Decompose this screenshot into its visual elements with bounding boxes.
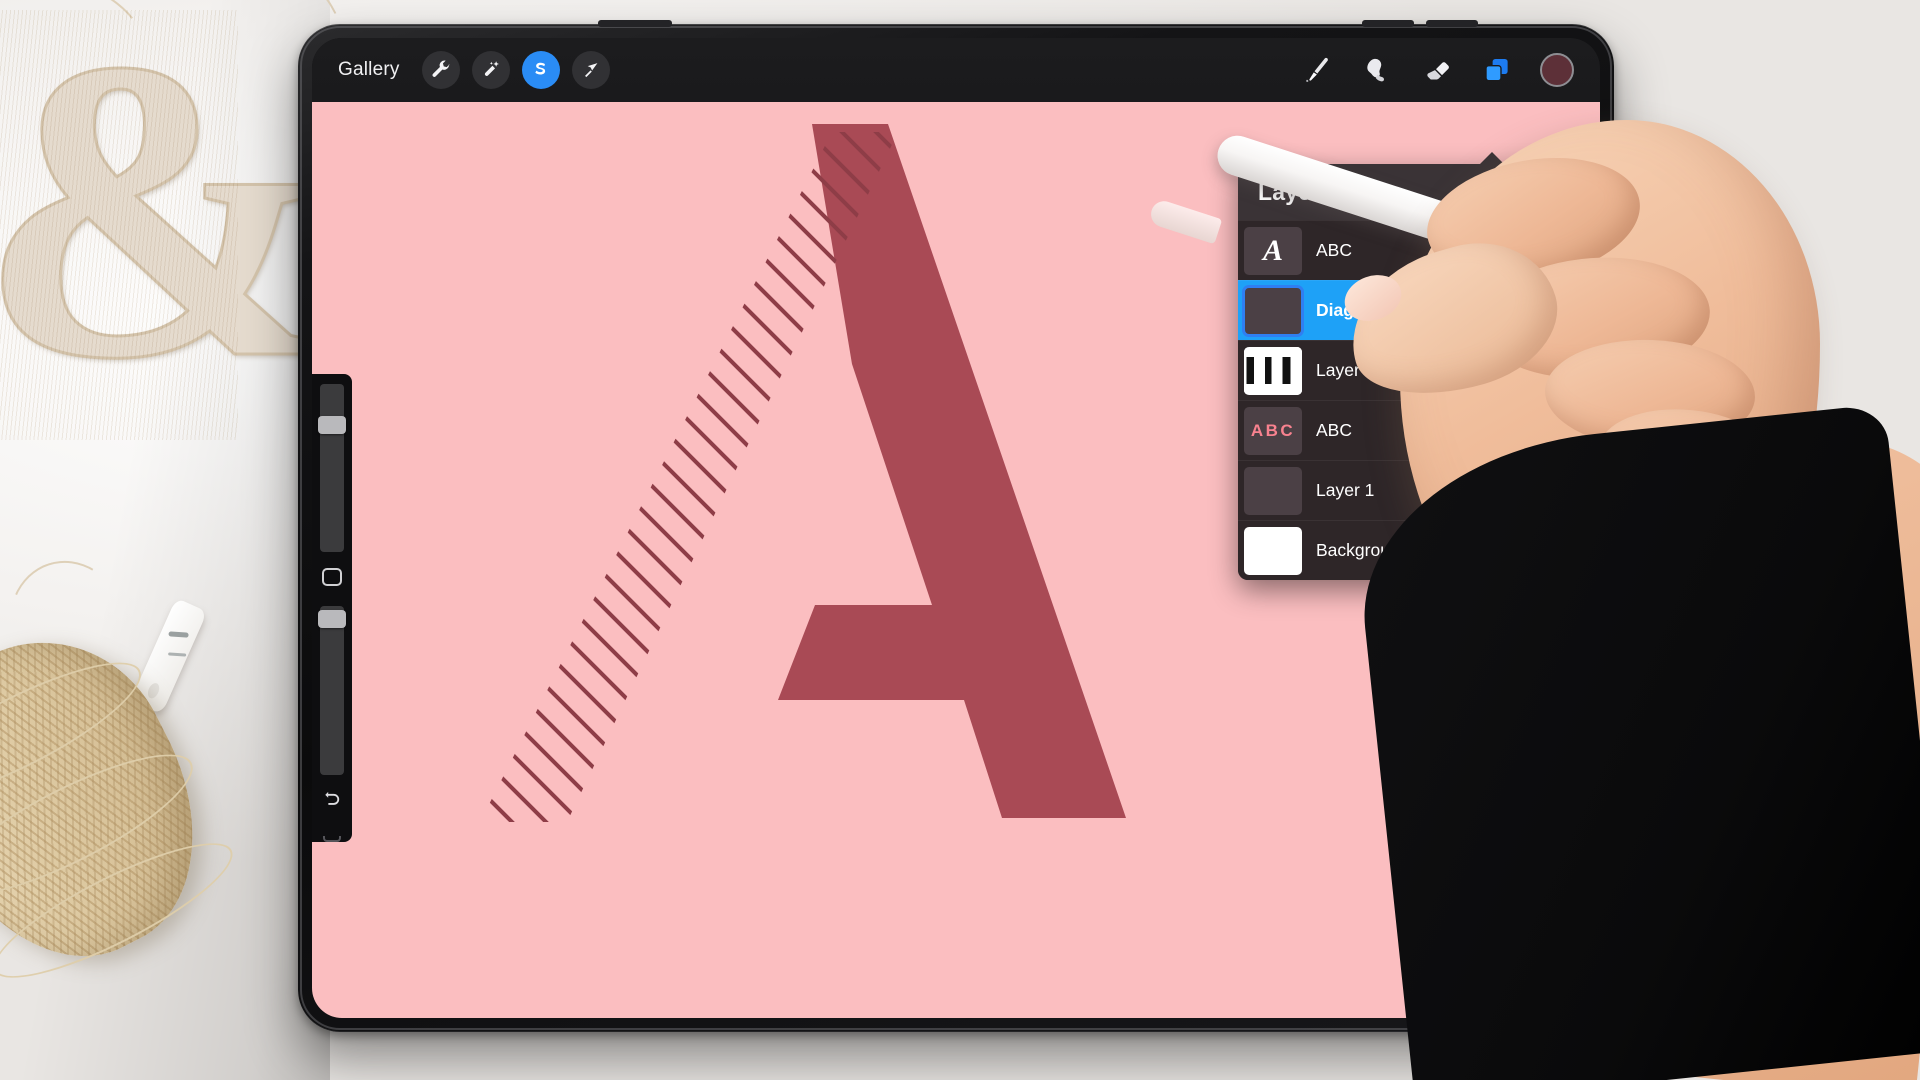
thumbnail-mask-stripes <box>1244 346 1302 395</box>
wooden-ampersand-decor: & <box>0 0 338 448</box>
layer-visibility-checkbox[interactable]: ✓ <box>1539 420 1560 441</box>
layers-button[interactable] <box>1480 52 1514 88</box>
app-toolbar: Gallery <box>312 38 1600 102</box>
hatch-line <box>480 132 656 822</box>
sleeve <box>1347 403 1920 1080</box>
selection-s-icon <box>534 62 545 75</box>
gallery-button[interactable]: Gallery <box>334 55 410 85</box>
layer-name: ABC <box>1316 420 1352 440</box>
layer-blend-mode[interactable]: N <box>1501 423 1525 439</box>
layer-thumbnail[interactable] <box>1244 346 1302 395</box>
layer-row[interactable]: A ABC N <box>1238 220 1578 280</box>
thumbnail-letter-a: A <box>1262 233 1283 267</box>
hatch-line <box>480 132 588 822</box>
adjustments-button[interactable] <box>471 51 510 89</box>
layer-visibility-checkbox[interactable]: ✓ <box>1539 360 1560 381</box>
layer-name: ABC <box>1316 240 1352 260</box>
toolbar-left-group: Gallery <box>334 51 610 89</box>
layer-thumbnail[interactable]: A <box>1244 226 1302 275</box>
layer-thumbnail[interactable] <box>1242 284 1304 337</box>
layer-visibility-checkbox[interactable] <box>1539 240 1560 261</box>
layers-panel-title: Layers <box>1258 178 1334 205</box>
thumbnail-abc-text: ABC <box>1250 420 1296 440</box>
layer-name: Diagonal ABC <box>1316 300 1433 320</box>
layer-blend-mode[interactable]: N <box>1501 243 1525 259</box>
layer-thumbnail[interactable] <box>1244 526 1302 575</box>
arrow-transform-icon <box>584 63 598 78</box>
brush-icon <box>1306 57 1328 82</box>
volume-down-button[interactable] <box>1426 20 1478 27</box>
modify-square-button[interactable] <box>322 568 342 587</box>
brush-size-knob[interactable] <box>318 416 346 434</box>
power-button[interactable] <box>598 20 672 27</box>
layers-icon <box>1485 59 1508 82</box>
smudge-finger-icon <box>1367 58 1384 82</box>
hatch-line <box>480 132 860 822</box>
redo-button[interactable] <box>323 835 341 842</box>
eraser-icon <box>1427 62 1449 80</box>
layer-row[interactable]: Layer MaskN✓ <box>1238 340 1578 400</box>
actions-wrench-button[interactable] <box>421 51 460 89</box>
layer-row[interactable]: Diagonal ABCN <box>1238 280 1578 340</box>
smudge-button[interactable] <box>1360 52 1394 88</box>
left-sidebar <box>312 374 352 842</box>
hatch-line <box>480 132 894 822</box>
undo-arrow-icon <box>325 791 340 805</box>
wrench-icon <box>432 60 450 77</box>
letter-a-right-solid <box>778 124 1126 818</box>
brush-size-slider[interactable] <box>318 384 346 553</box>
toolbar-right-group <box>1300 52 1574 88</box>
hatch-line <box>480 132 826 822</box>
hatch-line <box>480 132 690 822</box>
layers-panel-caret <box>1479 152 1505 165</box>
layer-thumbnail[interactable] <box>1244 466 1302 515</box>
hatch-line <box>480 132 724 822</box>
layer-name: Layer Mask <box>1316 360 1407 380</box>
opacity-slider[interactable] <box>318 606 346 775</box>
undo-button[interactable] <box>321 789 343 814</box>
eraser-button[interactable] <box>1420 52 1454 88</box>
hatch-line <box>480 132 758 822</box>
selection-button[interactable] <box>521 51 560 89</box>
transform-button[interactable] <box>571 51 610 89</box>
magic-wand-icon <box>484 61 499 76</box>
color-swatch-button[interactable] <box>1540 53 1574 87</box>
layers-panel-header: Layers + <box>1238 164 1578 220</box>
add-layer-button[interactable]: + <box>1532 173 1558 209</box>
paint-brush-button[interactable] <box>1300 52 1334 88</box>
layer-thumbnail[interactable]: ABC <box>1244 406 1302 455</box>
volume-up-button[interactable] <box>1362 20 1414 27</box>
opacity-knob[interactable] <box>318 610 346 629</box>
